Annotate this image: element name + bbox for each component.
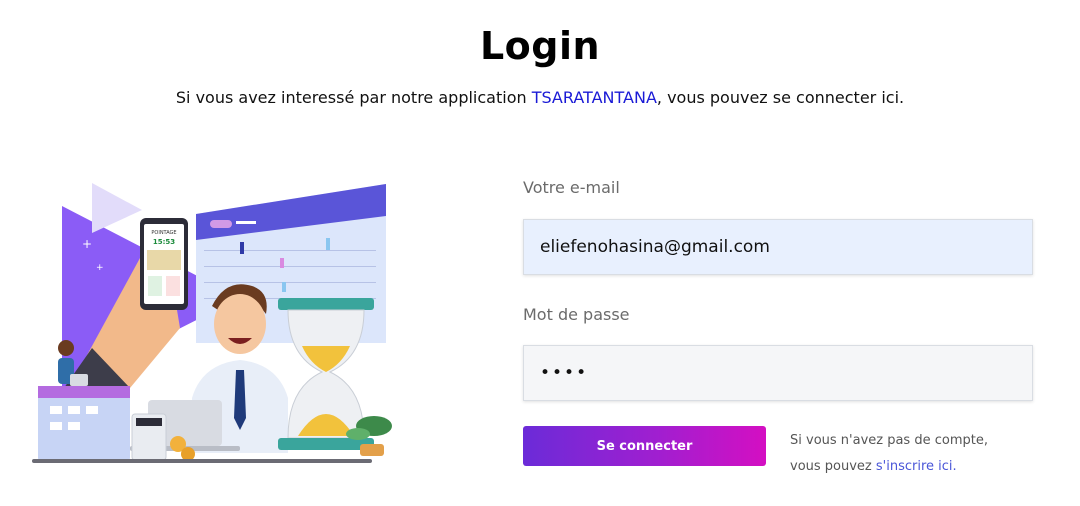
login-button[interactable]: Se connecter (523, 426, 766, 466)
subtitle-suffix: , vous pouvez se connecter ici. (656, 88, 905, 107)
phone-app-name: POINTAGE (151, 230, 176, 236)
phone-time: 15:53 (153, 238, 175, 246)
email-input[interactable] (523, 219, 1033, 275)
page-title: Login (479, 24, 601, 68)
password-label: Mot de passe (523, 305, 630, 324)
signup-prompt: Si vous n'avez pas de compte, vous pouve… (790, 428, 988, 480)
signup-line2: vous pouvez s'inscrire ici. (790, 454, 988, 480)
woman-head (58, 340, 74, 356)
man-face (214, 294, 266, 354)
page-subtitle: Si vous avez interessé par notre applica… (0, 88, 1080, 107)
login-illustration: + + POINTAGE 15:53 (32, 183, 392, 463)
signup-link[interactable]: s'inscrire ici. (876, 459, 957, 474)
brand-name: TSARATANTANA (531, 88, 657, 107)
email-label: Votre e-mail (523, 178, 620, 197)
svg-text:+: + (82, 237, 92, 251)
hourglass-top (278, 298, 374, 310)
light-triangle (92, 183, 142, 233)
password-input[interactable] (523, 345, 1033, 401)
signup-line1: Si vous n'avez pas de compte, (790, 433, 988, 448)
subtitle-prefix: Si vous avez interessé par notre applica… (175, 88, 532, 107)
signup-line2-prefix: vous pouvez (790, 459, 876, 474)
svg-text:+: + (96, 263, 104, 273)
man-tie (234, 370, 246, 430)
